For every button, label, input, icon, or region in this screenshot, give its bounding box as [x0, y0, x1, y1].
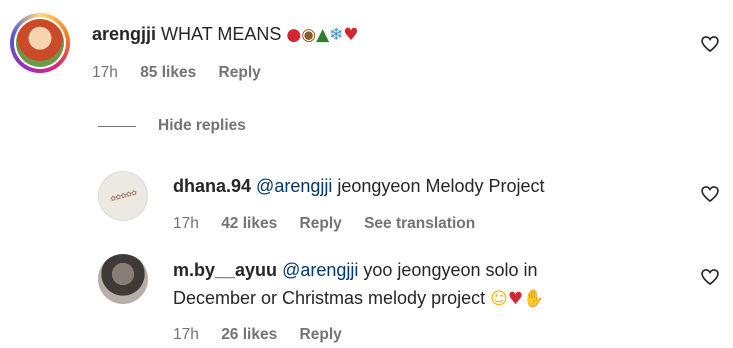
- red-heart-emoji-icon: ♥: [507, 289, 524, 309]
- mention-link[interactable]: @arengjji: [282, 260, 358, 280]
- comment-meta: 17h 85 likes Reply: [92, 64, 279, 82]
- reply-text: yoo jeongyeon solo in: [363, 260, 538, 280]
- reply-meta: 17h 26 likes Reply: [173, 326, 360, 344]
- see-translation-button[interactable]: See translation: [364, 215, 475, 232]
- avatar-mby[interactable]: [98, 254, 148, 304]
- comment-username[interactable]: arengjji: [92, 24, 156, 44]
- dog-face-emoji-icon: ◉: [301, 25, 317, 45]
- reply-username[interactable]: dhana.94: [173, 176, 251, 196]
- reply-meta: 17h 42 likes Reply See translation: [173, 215, 493, 233]
- raising-hands-emoji-icon: ✋: [523, 289, 545, 309]
- reply-body-line1: m.by__ayuu @arengjji yoo jeongyeon solo …: [173, 258, 538, 282]
- reply-likes[interactable]: 42 likes: [221, 215, 277, 232]
- apple-emoji-icon: ●: [286, 25, 302, 45]
- avatar-image: [16, 19, 64, 67]
- snowflake-emoji-icon: ❄: [329, 25, 344, 45]
- comment-text: WHAT MEANS: [161, 24, 282, 44]
- red-heart-emoji-icon: ♥: [343, 25, 359, 45]
- comment-body: arengjji WHAT MEANS ●◉▲❄♥: [92, 22, 359, 47]
- reply-text: jeongyeon Melody Project: [337, 176, 545, 196]
- avatar-dhana[interactable]: ✿✿✿✿✿: [98, 171, 148, 221]
- reply-button[interactable]: Reply: [300, 215, 342, 232]
- star-struck-emoji-icon: ☺: [490, 289, 508, 309]
- heart-outline-icon[interactable]: [700, 184, 720, 204]
- avatar-image: ✿✿✿✿✿: [108, 188, 137, 204]
- avatar-arengjji[interactable]: [10, 13, 70, 73]
- hide-replies-button[interactable]: Hide replies: [158, 117, 246, 135]
- reply-time: 17h: [173, 326, 199, 343]
- mention-link[interactable]: @arengjji: [256, 176, 332, 196]
- hide-replies-row[interactable]: Hide replies: [98, 114, 246, 138]
- divider: [98, 125, 136, 127]
- reply-likes[interactable]: 26 likes: [221, 326, 277, 343]
- reply-body-line2: December or Christmas melody project ☺♥✋: [173, 286, 544, 311]
- reply-button[interactable]: Reply: [219, 64, 261, 81]
- heart-outline-icon[interactable]: [700, 34, 720, 54]
- comment-time: 17h: [92, 64, 118, 81]
- reply-time: 17h: [173, 215, 199, 232]
- reply-text-continued: December or Christmas melody project: [173, 288, 486, 308]
- comment-likes[interactable]: 85 likes: [140, 64, 196, 81]
- reply-body: dhana.94 @arengjji jeongyeon Melody Proj…: [173, 174, 545, 198]
- christmas-tree-emoji-icon: ▲: [316, 25, 330, 45]
- avatar-ring-inner: [14, 17, 66, 69]
- heart-outline-icon[interactable]: [700, 267, 720, 287]
- reply-button[interactable]: Reply: [300, 326, 342, 343]
- reply-username[interactable]: m.by__ayuu: [173, 260, 277, 280]
